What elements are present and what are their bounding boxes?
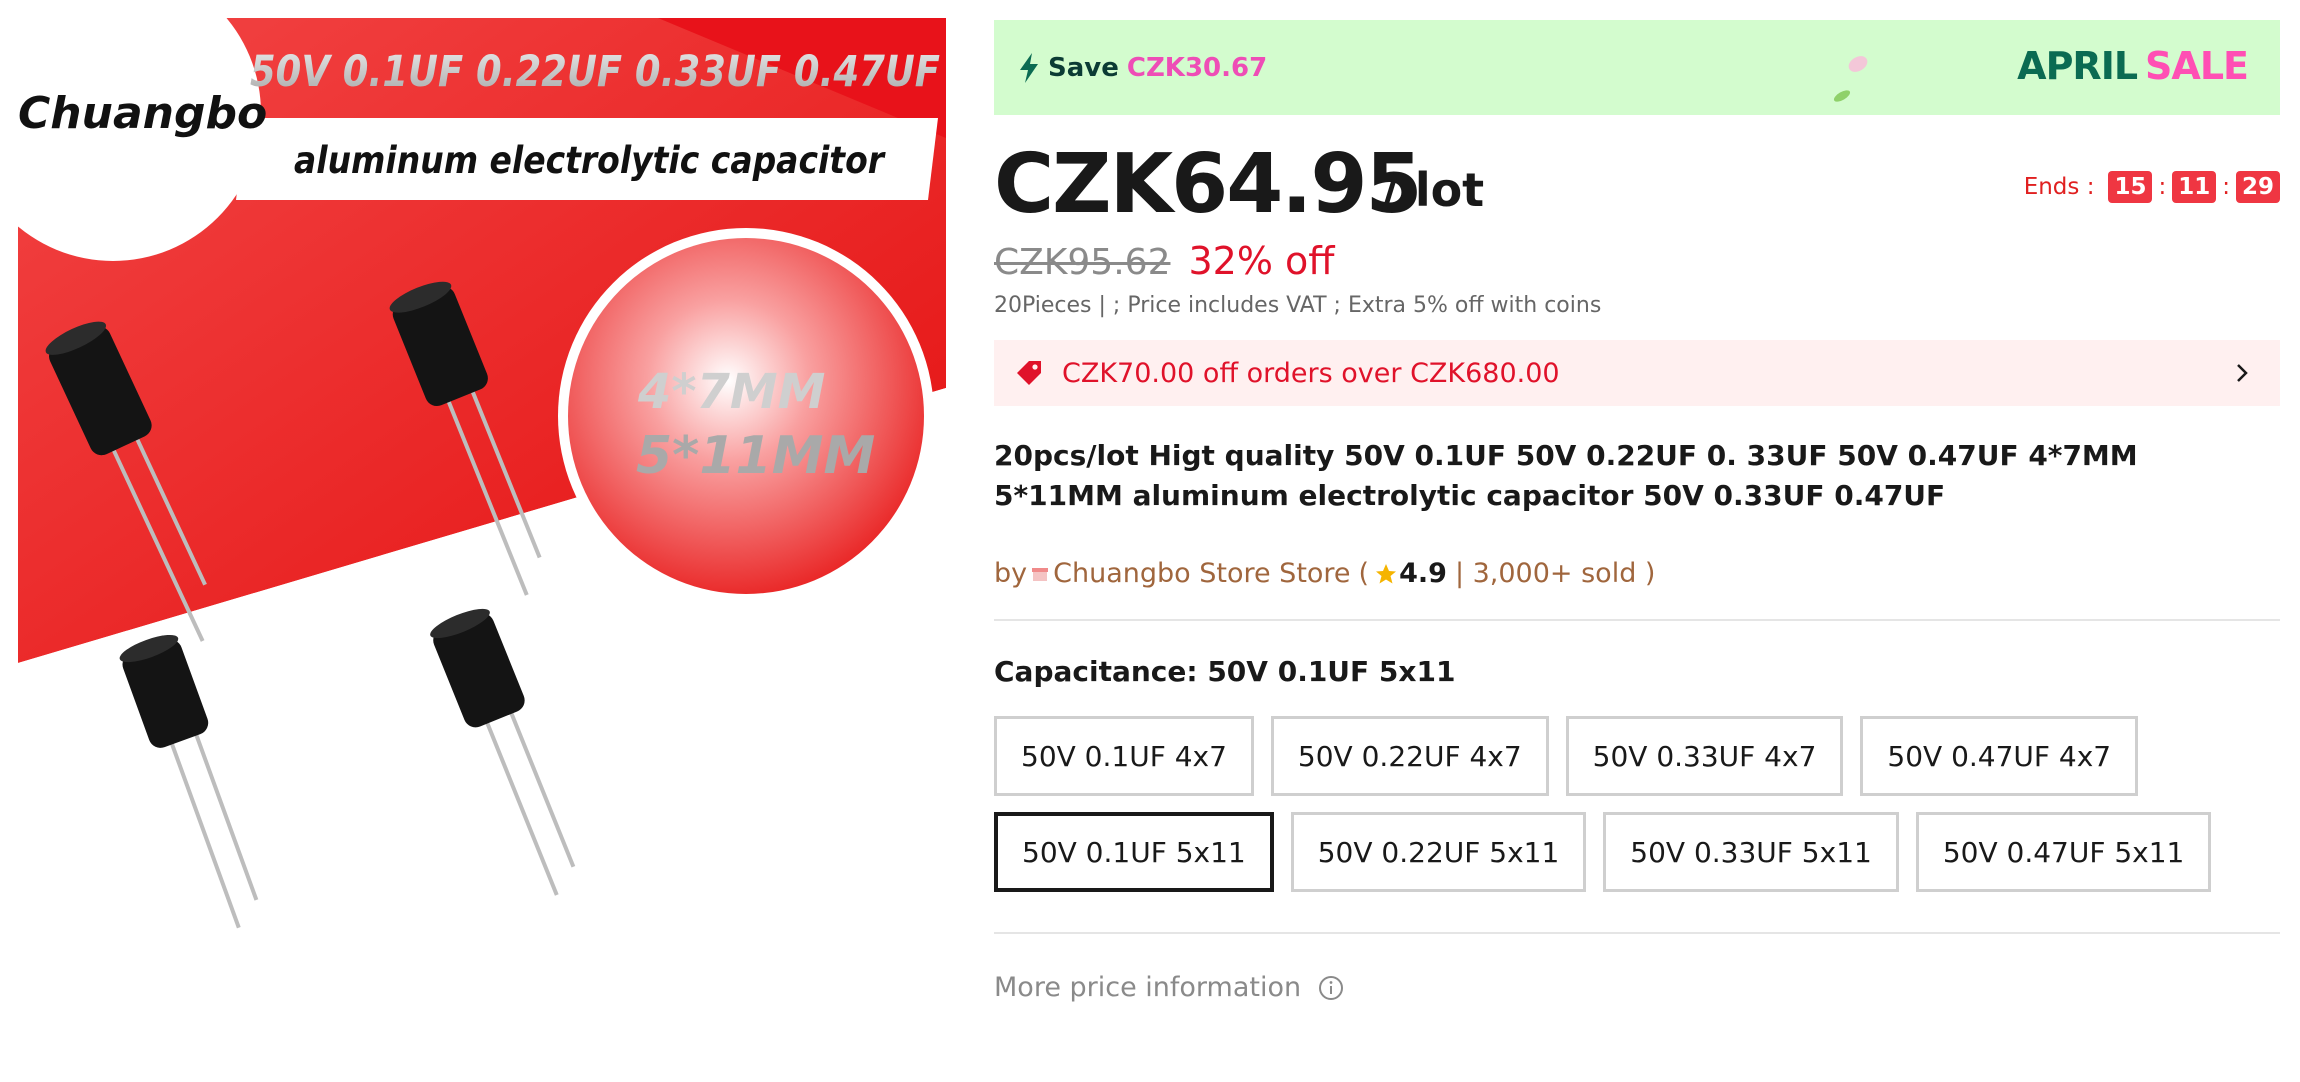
store-paren: (: [1358, 558, 1370, 589]
countdown-timer: Ends : 15 : 11 : 29: [2024, 171, 2280, 203]
more-price-label: More price information: [994, 972, 1302, 1003]
store-line: by Chuangbo Store Store ( 4.9 | 3,000+ s…: [994, 558, 2280, 589]
option-button[interactable]: 50V 0.47UF 4x7: [1860, 716, 2139, 796]
option-button[interactable]: 50V 0.1UF 4x7: [994, 716, 1254, 796]
store-by-label: by: [994, 558, 1028, 589]
divider: [994, 619, 2280, 621]
option-button[interactable]: 50V 0.22UF 4x7: [1270, 716, 1549, 796]
store-name[interactable]: Chuangbo Store Store: [1053, 558, 1350, 589]
product-photo: Chuangbo 50V 0.1UF 0.22UF 0.33UF 0.47UF …: [18, 18, 946, 946]
option-button[interactable]: 50V 0.47UF 5x11: [1915, 812, 2212, 892]
price-row: CZK64.95 / lot Ends : 15 : 11 : 29: [994, 135, 2280, 235]
coupon-text: CZK70.00 off orders over CZK680.00: [1062, 357, 1560, 389]
more-price-info[interactable]: More price information: [994, 972, 2280, 1003]
tag-icon: [1017, 361, 1041, 385]
option-button[interactable]: 50V 0.1UF 5x11: [994, 812, 1274, 892]
image-brand-text: Chuangbo: [18, 88, 267, 139]
coupon-banner[interactable]: CZK70.00 off orders over CZK680.00: [994, 340, 2280, 406]
countdown-separator: :: [2158, 174, 2167, 200]
image-spec-headline: 50V 0.1UF 0.22UF 0.33UF 0.47UF: [250, 47, 940, 97]
options-row-5x11: 50V 0.1UF 5x11 50V 0.22UF 5x11 50V 0.33UF …: [994, 812, 2274, 892]
discount-badge: 32% off: [1188, 239, 1335, 283]
chevron-right-icon[interactable]: [2232, 361, 2252, 385]
image-size-line2: 5*11MM: [636, 426, 875, 486]
sale-banner[interactable]: Save CZK30.67 APRIL SALE: [994, 20, 2280, 115]
option-button[interactable]: 50V 0.22UF 5x11: [1290, 812, 1587, 892]
countdown-label: Ends :: [2023, 174, 2095, 200]
flower-icon: [1833, 56, 1868, 102]
current-price: CZK64.95: [994, 137, 1423, 232]
image-subtitle: aluminum electrolytic capacitor: [294, 139, 886, 182]
countdown-seconds: 29: [2235, 171, 2280, 203]
countdown-hours: 15: [2108, 171, 2153, 203]
original-price-row: CZK95.62 32% off: [994, 239, 2280, 283]
price-unit: / lot: [1382, 163, 1485, 217]
save-label: Save: [1048, 52, 1119, 83]
lightning-icon: [1020, 52, 1038, 83]
option-button[interactable]: 50V 0.33UF 4x7: [1565, 716, 1844, 796]
original-price: CZK95.62: [994, 242, 1171, 283]
store-icon: [1032, 567, 1049, 581]
countdown-minutes: 11: [2172, 171, 2217, 203]
vat-note: 20Pieces | ; Price includes VAT ; Extra …: [994, 293, 1602, 318]
star-icon: [1376, 563, 1397, 583]
product-info-panel: Save CZK30.67 APRIL SALE CZK64.95 / lot E…: [994, 20, 2280, 1003]
option-button[interactable]: 50V 0.33UF 5x11: [1603, 812, 1899, 892]
product-title: 20pcs/lot Higt quality 50V 0.1UF 50V 0.2…: [994, 439, 2138, 512]
capacitance-options: 50V 0.1UF 4x7 50V 0.22UF 4x7 50V 0.33UF 4x…: [994, 716, 2274, 892]
save-amount: CZK30.67: [1126, 52, 1268, 83]
divider: [994, 932, 2280, 934]
store-rating: 4.9: [1399, 558, 1447, 589]
image-size-line1: 4*7MM: [637, 364, 825, 420]
april-sale-logo: APRIL SALE: [2017, 44, 2249, 88]
sold-count: | 3,000+ sold ): [1454, 558, 1656, 589]
product-image[interactable]: Chuangbo 50V 0.1UF 0.22UF 0.33UF 0.47UF …: [18, 18, 946, 946]
options-row-4x7: 50V 0.1UF 4x7 50V 0.22UF 4x7 50V 0.33UF 4x…: [994, 716, 2274, 796]
info-icon[interactable]: [1317, 974, 1345, 1002]
countdown-separator: :: [2222, 174, 2230, 200]
capacitance-label: Capacitance: 50V 0.1UF 5x11: [994, 655, 1456, 688]
